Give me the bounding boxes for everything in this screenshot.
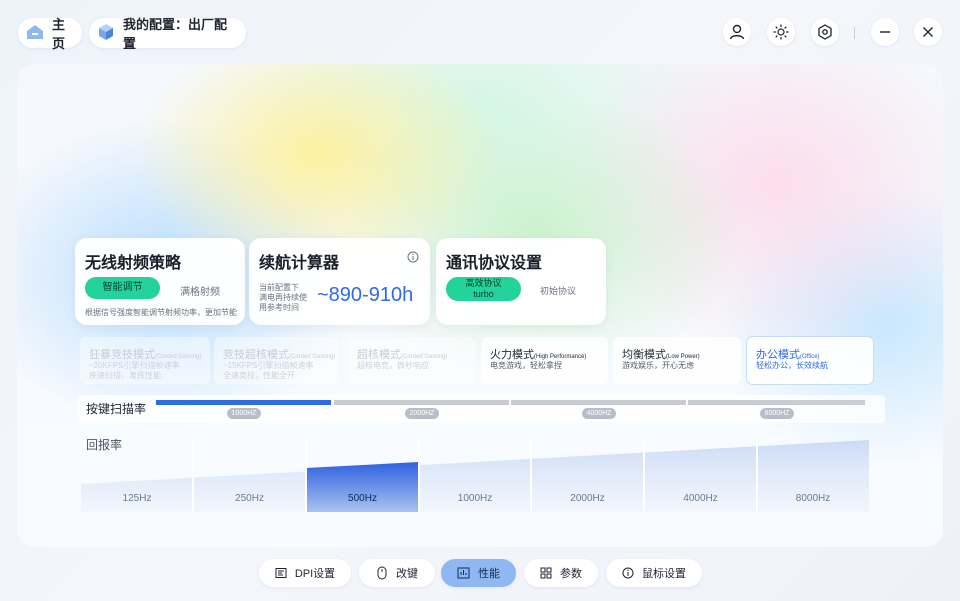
rf-strategy-desc: 根据信号强度智能调节射频功率，更加节能 [85,308,237,317]
nav-mouse-settings[interactable]: 鼠标设置 [606,559,702,587]
scan-tag-1000: 1000HZ [227,408,261,419]
mode-competitive-core[interactable]: 竞技超核模式(Corded Gaming) ~15KFPS引擎扫描帧速率 全速竞技… [214,337,338,384]
nav-performance-label: 性能 [478,568,500,580]
report-rate-500[interactable]: 500Hz [306,472,419,512]
nav-dpi-label: DPI设置 [294,568,336,580]
nav-performance[interactable]: 性能 [441,559,516,587]
report-rate-selector: 125Hz 250Hz 500Hz 1000Hz 2000Hz 4000Hz 8… [81,440,869,512]
battery-calculator-card: 续航计算器 当前配置下 满电再持续使 用参考时间 ~890-910h [249,238,430,325]
battery-desc: 当前配置下 满电再持续使 用参考时间 [259,283,307,312]
efficient-protocol-button[interactable]: 高效协议 turbo [446,277,521,301]
report-rate-8000[interactable]: 8000Hz [757,472,869,512]
key-scan-rate-selector: 按键扫描率 1000HZ 2000HZ 4000HZ 8000HZ [77,395,885,423]
report-rate-250[interactable]: 250Hz [193,472,306,512]
scan-rate-label: 按键扫描率 [86,402,147,416]
mode-super-core[interactable]: 超核模式(Corded Gaming) 超核电竞，微秒响应 [348,337,476,384]
nav-mouse-settings-label: 鼠标设置 [642,568,686,580]
scan-tag-4000: 4000HZ [582,408,616,419]
report-rate-2000[interactable]: 2000Hz [531,472,644,512]
user-icon [729,24,745,40]
efficient-protocol-label: 高效协议 [465,278,502,288]
user-button[interactable] [723,18,751,46]
performance-icon [457,567,470,579]
protocol-title: 通讯协议设置 [446,255,543,272]
scan-tag-2000: 2000HZ [405,408,439,419]
home-icon [26,24,44,43]
scan-segment-4000[interactable] [511,400,686,405]
minimize-icon [880,31,890,33]
scan-segment-2000[interactable] [334,400,509,405]
settings-button[interactable] [811,18,839,46]
rf-strategy-card: 无线射频策略 智能调节 满格射频 根据信号强度智能调节射频功率，更加节能 [75,238,245,325]
nav-parameters[interactable]: 参数 [524,559,598,587]
home-button[interactable]: 主页 [18,17,82,51]
mode-office[interactable]: 办公模式(Office) 轻松办公，长效续航 [747,337,873,384]
smart-adjust-button[interactable]: 智能调节 [85,277,160,299]
efficient-protocol-sub: turbo [473,289,494,299]
report-rate-125[interactable]: 125Hz [81,472,193,512]
dpi-icon [275,568,287,578]
mode-balanced[interactable]: 均衡模式(Low Power) 游戏娱乐，开心无虑 [613,337,741,384]
nav-parameters-label: 参数 [560,568,582,580]
report-rate-4000[interactable]: 4000Hz [644,472,757,512]
report-rate-1000[interactable]: 1000Hz [419,472,531,512]
performance-panel: 无线射频策略 智能调节 满格射频 根据信号强度智能调节射频功率，更加节能 续航计… [17,64,943,547]
close-icon [923,27,933,37]
nav-key-remap-label: 改键 [396,568,418,580]
mode-berserk[interactable]: 狂暴竞技模式(Corded Gaming) ~20KFPS引擎扫描帧速率 疾速扫描… [80,337,210,384]
nav-key-remap[interactable]: 改键 [359,559,435,587]
battery-calculator-title: 续航计算器 [259,255,340,272]
brightness-icon [773,24,789,40]
rf-strategy-title: 无线射频策略 [85,255,182,272]
brightness-button[interactable] [767,18,795,46]
settings-hex-icon [818,24,832,40]
config-selector[interactable]: 我的配置：出厂配置 [89,17,246,51]
scan-segment-1000[interactable] [156,400,331,405]
scan-tag-8000: 8000HZ [760,408,794,419]
cube-icon [97,23,115,44]
scan-segment-8000[interactable] [688,400,865,405]
home-label: 主页 [52,17,66,51]
header-divider [854,27,855,39]
info-icon[interactable] [407,250,419,268]
mouse-icon [377,566,387,580]
grid-icon [540,567,552,579]
initial-protocol-button[interactable]: 初始协议 [540,284,576,297]
info-icon [622,567,634,579]
minimize-button[interactable] [871,18,899,46]
config-label: 我的配置：出厂配置 [123,17,228,51]
battery-hours-value: ~890-910h [317,284,414,306]
mode-firepower[interactable]: 火力模式(High Performance) 电竞游戏，轻松拿捏 [481,337,608,384]
full-rf-button[interactable]: 满格射频 [180,283,220,298]
close-button[interactable] [914,18,942,46]
protocol-card: 通讯协议设置 高效协议 turbo 初始协议 [436,238,606,325]
nav-dpi-settings[interactable]: DPI设置 [259,559,351,587]
